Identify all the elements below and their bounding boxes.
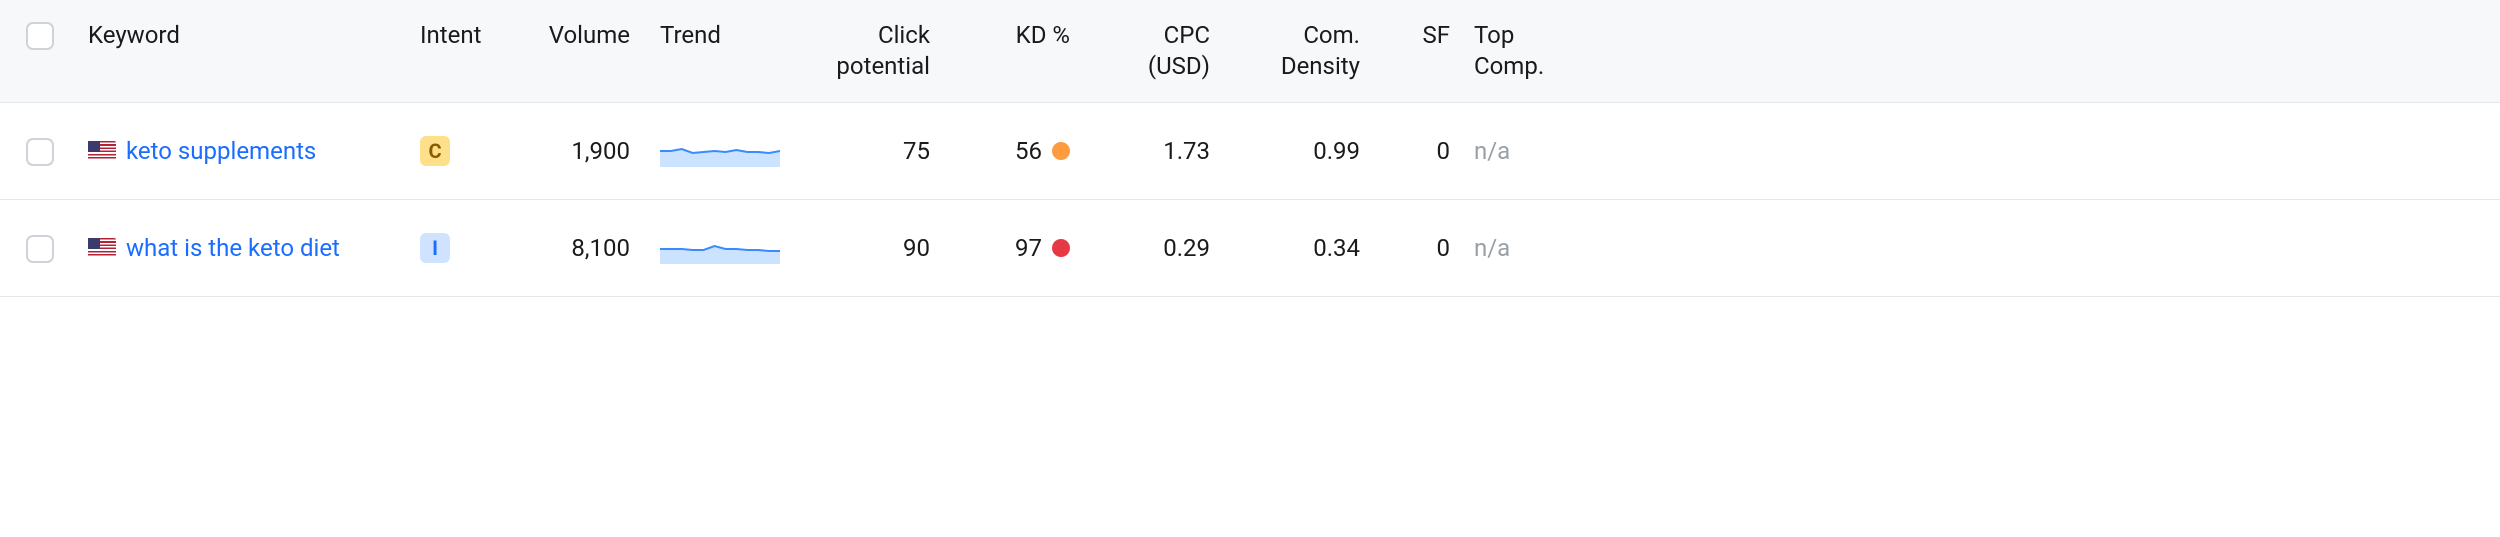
top-comp-value: n/a bbox=[1474, 234, 1510, 262]
col-top-l1[interactable]: Top bbox=[1474, 20, 1514, 51]
col-intent[interactable]: Intent bbox=[420, 21, 481, 49]
trend-sparkline bbox=[660, 135, 780, 167]
row-checkbox[interactable] bbox=[26, 138, 54, 166]
col-click-potential-l2[interactable]: potential bbox=[836, 51, 930, 82]
col-cpc-l1[interactable]: CPC bbox=[1164, 20, 1210, 51]
table-row: what is the keto diet I 8,100 90 97 0.29… bbox=[0, 200, 2500, 297]
sf-value: 0 bbox=[1437, 234, 1451, 262]
top-comp-value: n/a bbox=[1474, 137, 1510, 165]
volume-value: 8,100 bbox=[571, 234, 630, 262]
flag-us-icon bbox=[88, 238, 116, 258]
keyword-link[interactable]: keto supplements bbox=[126, 137, 316, 165]
col-top-l2[interactable]: Comp. bbox=[1474, 51, 1544, 82]
click-potential-value: 75 bbox=[903, 137, 930, 165]
click-potential-value: 90 bbox=[903, 234, 930, 262]
col-keyword[interactable]: Keyword bbox=[88, 20, 180, 51]
density-value: 0.99 bbox=[1313, 137, 1360, 165]
col-density-l2[interactable]: Density bbox=[1281, 51, 1360, 82]
kd-difficulty-dot-icon bbox=[1052, 142, 1070, 160]
intent-badge: I bbox=[420, 233, 450, 263]
col-trend[interactable]: Trend bbox=[660, 20, 721, 51]
cpc-value: 0.29 bbox=[1163, 234, 1210, 262]
table-row: keto supplements C 1,900 75 56 1.73 0.99… bbox=[0, 103, 2500, 200]
col-cpc-l2[interactable]: (USD) bbox=[1148, 51, 1210, 82]
kd-difficulty-dot-icon bbox=[1052, 239, 1070, 257]
keyword-table: Keyword Intent Volume Trend Click potent… bbox=[0, 0, 2500, 297]
kd-value: 56 bbox=[1015, 137, 1042, 165]
kd-value: 97 bbox=[1015, 234, 1042, 262]
density-value: 0.34 bbox=[1313, 234, 1360, 262]
select-all-checkbox[interactable] bbox=[26, 22, 54, 50]
col-sf[interactable]: SF bbox=[1422, 21, 1450, 49]
keyword-link[interactable]: what is the keto diet bbox=[126, 234, 340, 262]
table-header: Keyword Intent Volume Trend Click potent… bbox=[0, 0, 2500, 103]
sf-value: 0 bbox=[1437, 137, 1451, 165]
col-volume[interactable]: Volume bbox=[549, 21, 630, 49]
trend-sparkline bbox=[660, 232, 780, 264]
volume-value: 1,900 bbox=[571, 137, 630, 165]
row-checkbox[interactable] bbox=[26, 235, 54, 263]
intent-badge: C bbox=[420, 136, 450, 166]
flag-us-icon bbox=[88, 141, 116, 161]
cpc-value: 1.73 bbox=[1163, 137, 1210, 165]
col-kd[interactable]: KD % bbox=[1016, 20, 1070, 51]
col-density-l1[interactable]: Com. bbox=[1303, 20, 1360, 51]
col-click-potential-l1[interactable]: Click bbox=[878, 20, 930, 51]
